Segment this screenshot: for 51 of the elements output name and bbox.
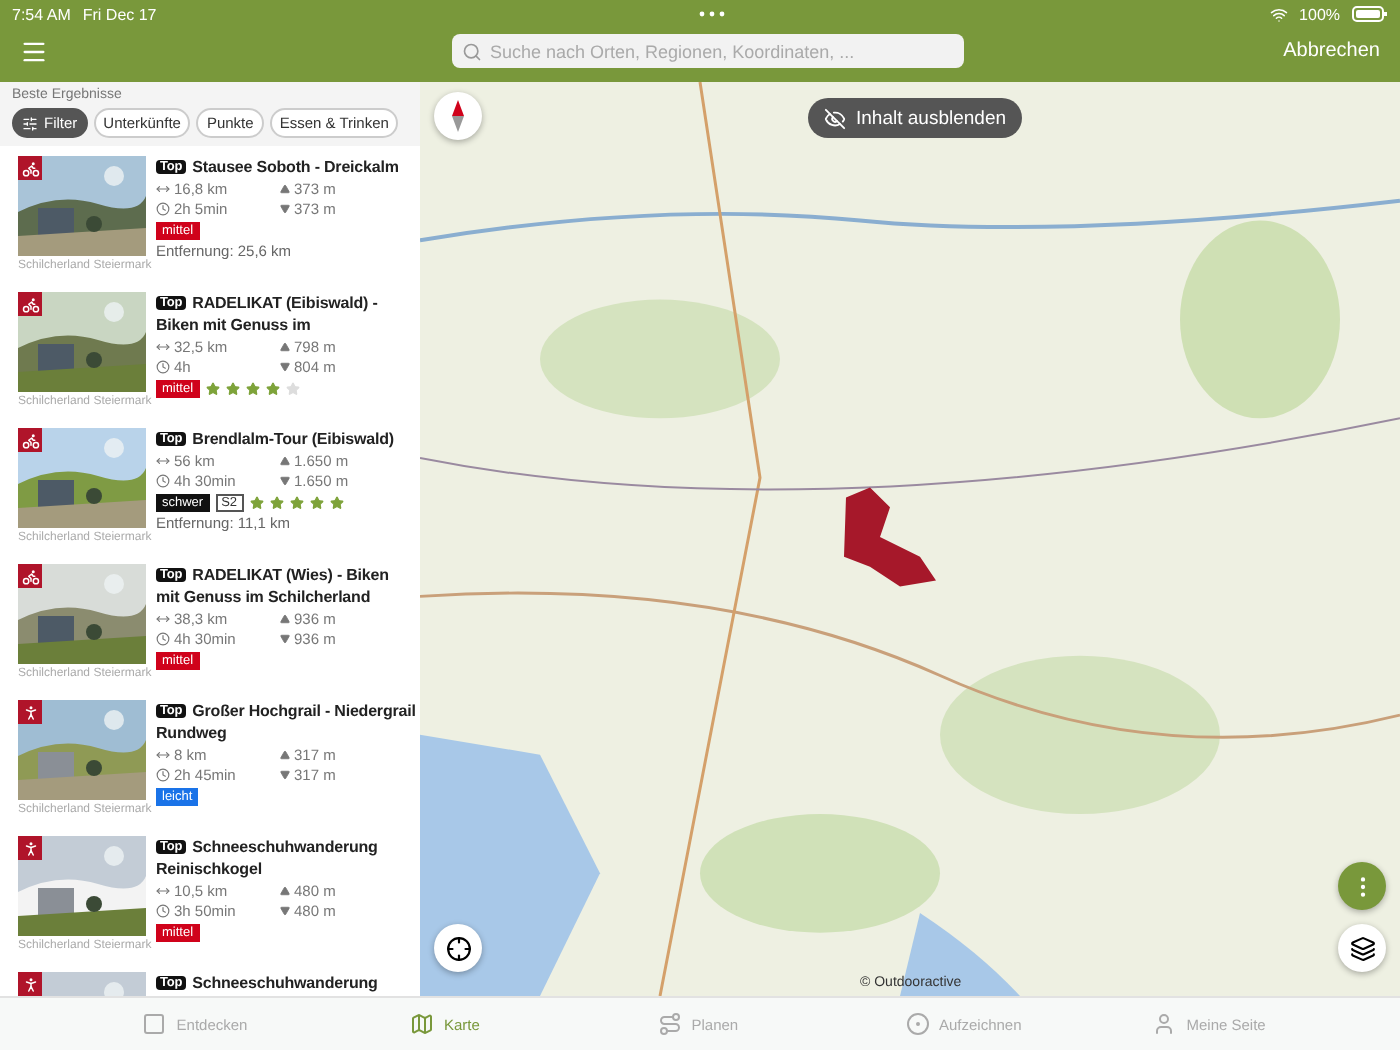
- clock-icon: [156, 202, 170, 216]
- distance-icon: [156, 340, 170, 354]
- distance-icon: [156, 612, 170, 626]
- user-icon: [1152, 1012, 1177, 1036]
- ascent-icon: [280, 886, 290, 896]
- battery-level: 100%: [1299, 5, 1341, 23]
- wifi-icon: [1269, 5, 1288, 23]
- descent-icon: [280, 476, 290, 486]
- status-date: Fri Dec 17: [82, 5, 157, 23]
- clock-icon: [156, 904, 170, 918]
- bike-icon: [18, 428, 42, 452]
- distance-icon: [156, 748, 170, 762]
- menu-icon: [20, 37, 48, 65]
- hide-content-button[interactable]: Inhalt ausblenden: [808, 98, 1023, 138]
- bike-icon: [18, 156, 42, 180]
- descent-icon: [280, 634, 290, 644]
- descent-icon: [280, 906, 290, 916]
- clock-icon: [156, 474, 170, 488]
- compass-needle-icon: [452, 100, 464, 132]
- descent-icon: [280, 770, 290, 780]
- descent-icon: [280, 204, 290, 214]
- clock-icon: [156, 360, 170, 374]
- clock-icon: [156, 632, 170, 646]
- search-field[interactable]: Suche nach Orten, Regionen, Koordinaten, ...: [452, 34, 964, 68]
- multitask-icon: [698, 10, 727, 18]
- ascent-icon: [280, 750, 290, 760]
- status-time: 7:54 AM: [12, 5, 71, 23]
- layers-icon: [1349, 935, 1375, 961]
- record-icon: [905, 1012, 929, 1036]
- ascent-icon: [280, 342, 290, 352]
- route-icon: [657, 1012, 682, 1036]
- search-icon: [462, 41, 482, 61]
- bike-icon: [18, 564, 42, 588]
- filter-icon: [22, 115, 38, 131]
- map-icon: [410, 1012, 434, 1036]
- clock-icon: [156, 768, 170, 782]
- distance-icon: [156, 182, 170, 196]
- ascent-icon: [280, 184, 290, 194]
- square-icon: [142, 1012, 167, 1036]
- hiker-icon: [18, 700, 42, 724]
- menu-button[interactable]: [20, 37, 48, 65]
- distance-icon: [156, 454, 170, 468]
- ascent-icon: [280, 614, 290, 624]
- eye-off-icon: [824, 107, 846, 129]
- distance-icon: [156, 884, 170, 898]
- bike-icon: [18, 292, 42, 316]
- crosshair-icon: [445, 935, 471, 961]
- ascent-icon: [280, 456, 290, 466]
- descent-icon: [280, 362, 290, 372]
- battery-icon: [1352, 6, 1389, 22]
- hiker-icon: [18, 836, 42, 860]
